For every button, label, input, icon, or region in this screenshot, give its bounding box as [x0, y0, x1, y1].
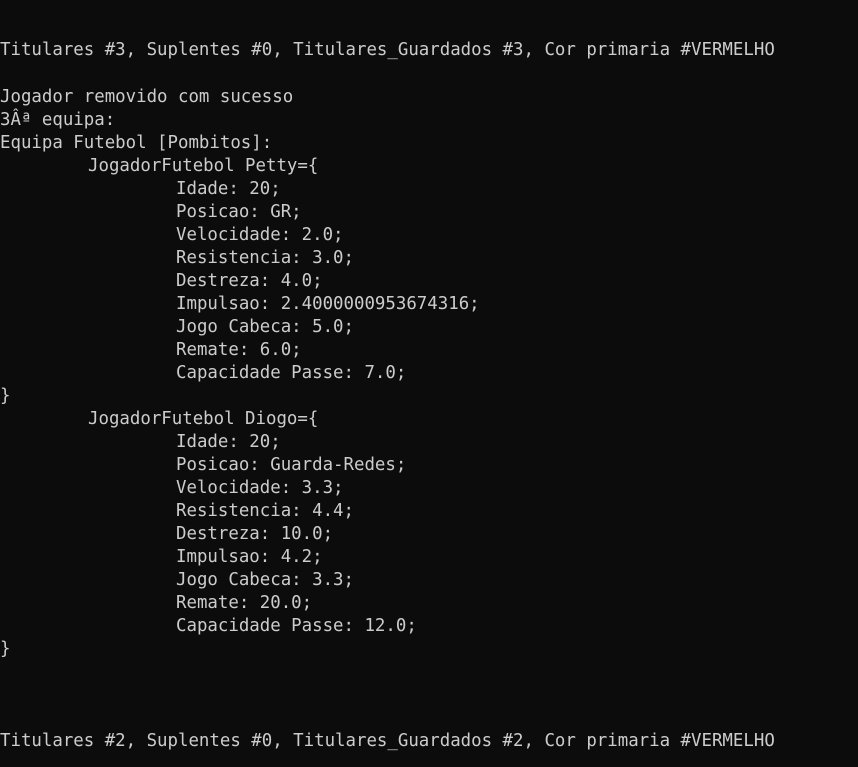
- player-close-brace: }: [0, 386, 11, 406]
- terminal-output[interactable]: Titulares #3, Suplentes #0, Titulares_Gu…: [0, 0, 858, 767]
- player-attribute: Capacidade Passe: 12.0;: [176, 616, 417, 636]
- player-attribute: Capacidade Passe: 7.0;: [176, 363, 407, 383]
- player-attribute: Destreza: 10.0;: [176, 524, 334, 544]
- player-attribute: Destreza: 4.0;: [176, 271, 323, 291]
- player-attribute: Remate: 6.0;: [176, 340, 302, 360]
- team-header: Equipa Futebol [Pombitos]:: [0, 133, 273, 153]
- player-attribute: Idade: 20;: [176, 179, 281, 199]
- player-attribute: Velocidade: 3.3;: [176, 478, 344, 498]
- player-attribute: Velocidade: 2.0;: [176, 225, 344, 245]
- removed-message: Jogador removido com sucesso: [0, 87, 294, 107]
- player-attribute: Idade: 20;: [176, 432, 281, 452]
- status-line-bottom: Titulares #2, Suplentes #0, Titulares_Gu…: [0, 731, 775, 751]
- player-close-brace: }: [0, 639, 11, 659]
- player-attribute: Impulsao: 2.4000000953674316;: [176, 294, 480, 314]
- player-attribute: Jogo Cabeca: 3.3;: [176, 570, 354, 590]
- player-attribute: Posicao: Guarda-Redes;: [176, 455, 407, 475]
- player-attribute: Resistencia: 4.4;: [176, 501, 354, 521]
- player-header: JogadorFutebol Diogo={: [88, 409, 319, 429]
- player-attribute: Impulsao: 4.2;: [176, 547, 323, 567]
- player-header: JogadorFutebol Petty={: [88, 156, 319, 176]
- player-attribute: Resistencia: 3.0;: [176, 248, 354, 268]
- player-attribute: Posicao: GR;: [176, 202, 302, 222]
- player-attribute: Jogo Cabeca: 5.0;: [176, 317, 354, 337]
- player-attribute: Remate: 20.0;: [176, 593, 313, 613]
- team-index: 3Âª equipa:: [0, 110, 116, 130]
- status-line-top: Titulares #3, Suplentes #0, Titulares_Gu…: [0, 40, 775, 60]
